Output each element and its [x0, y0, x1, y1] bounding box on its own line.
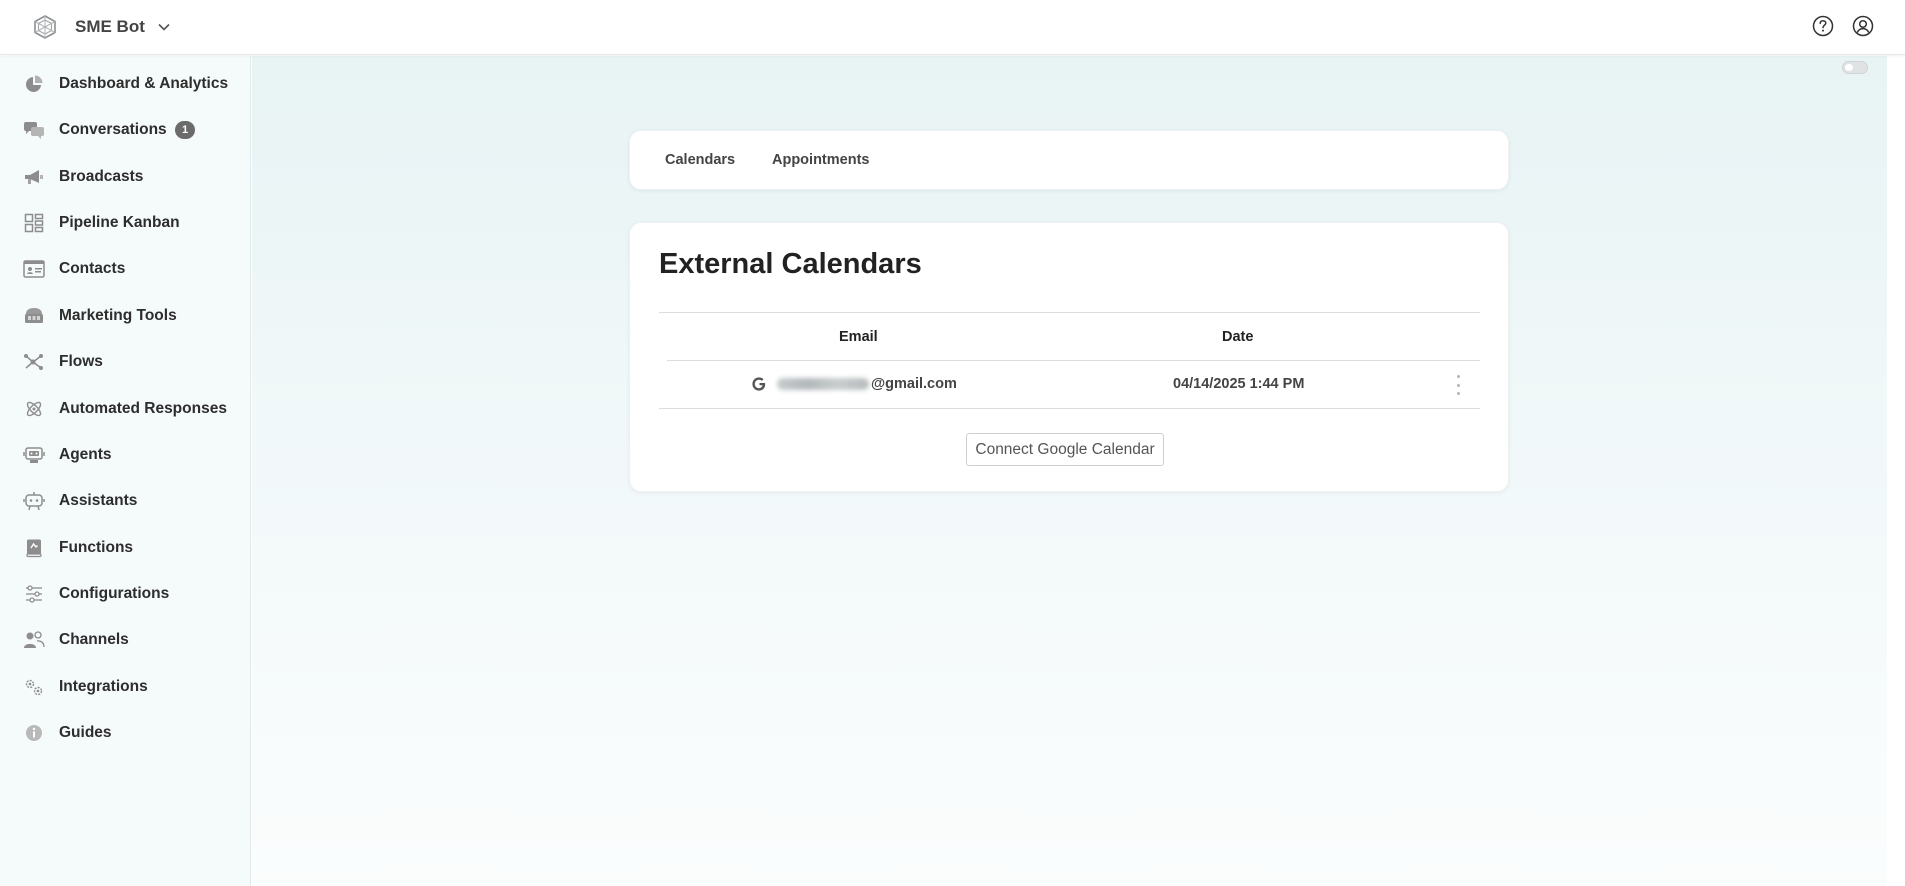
header-divider — [667, 360, 1480, 361]
sidebar-item-integrations[interactable]: Integrations — [0, 667, 250, 707]
sliders-icon — [23, 583, 45, 605]
google-icon — [751, 375, 767, 393]
robot-icon — [23, 490, 45, 512]
chat-bubbles-icon — [23, 119, 45, 141]
sidebar-item-automated-responses[interactable]: Automated Responses — [0, 389, 250, 429]
sidebar-item-label: Guides — [59, 724, 112, 741]
sidebar-item-label: Broadcasts — [59, 168, 144, 185]
workspace-name: SME Bot — [75, 17, 145, 36]
sidebar-item-label: Conversations — [59, 121, 167, 138]
sidebar-item-label: Assistants — [59, 492, 138, 509]
megaphone-icon — [23, 166, 45, 188]
sidebar-item-label: Pipeline Kanban — [59, 214, 180, 231]
sidebar-item-guides[interactable]: Guides — [0, 713, 250, 753]
gears-icon — [23, 676, 45, 698]
row-more-options-icon[interactable] — [1453, 375, 1463, 395]
sidebar-item-flows[interactable]: Flows — [0, 342, 250, 382]
calendar-connected-date: 04/14/2025 1:44 PM — [1173, 376, 1305, 392]
sidebar-item-label: Channels — [59, 631, 129, 648]
workspace-switcher[interactable]: SME Bot — [32, 14, 171, 40]
sidebar-item-channels[interactable]: Channels — [0, 620, 250, 660]
sidebar-item-label: Agents — [59, 446, 112, 463]
tabs-card: Calendars Appointments — [629, 130, 1509, 190]
pie-chart-icon — [23, 73, 45, 95]
toggle-knob — [1845, 64, 1853, 71]
sidebar-item-label: Flows — [59, 353, 103, 370]
sidebar: Dashboard & Analytics Conversations 1 Br… — [0, 56, 251, 886]
function-book-icon — [23, 537, 45, 559]
sidebar-item-label: Marketing Tools — [59, 307, 177, 324]
sidebar-item-assistants[interactable]: Assistants — [0, 481, 250, 521]
users-icon — [23, 629, 45, 651]
column-header-date: Date — [1222, 329, 1254, 345]
sidebar-item-marketing-tools[interactable]: Marketing Tools — [0, 296, 250, 336]
scrollbar[interactable] — [1887, 56, 1905, 886]
brand-logo-icon — [32, 14, 58, 40]
toolbox-icon — [23, 305, 45, 327]
info-icon — [23, 722, 45, 744]
sidebar-item-label: Integrations — [59, 678, 148, 695]
sidebar-item-functions[interactable]: Functions — [0, 528, 250, 568]
sidebar-item-pipeline-kanban[interactable]: Pipeline Kanban — [0, 203, 250, 243]
sidebar-item-broadcasts[interactable]: Broadcasts — [0, 157, 250, 197]
table-top-divider — [659, 312, 1480, 313]
sidebar-item-contacts[interactable]: Contacts — [0, 249, 250, 289]
external-calendars-card: External Calendars Email Date @gmail.com… — [629, 222, 1509, 492]
chevron-down-icon — [157, 20, 171, 34]
connect-google-calendar-button[interactable]: Connect Google Calendar — [966, 433, 1164, 466]
sidebar-item-dashboard-analytics[interactable]: Dashboard & Analytics — [0, 64, 250, 104]
sidebar-item-label: Configurations — [59, 585, 170, 602]
redacted-email-user — [777, 378, 869, 391]
email-domain: @gmail.com — [871, 376, 957, 392]
flow-icon — [23, 351, 45, 373]
theme-toggle[interactable] — [1842, 61, 1868, 74]
tab-appointments[interactable]: Appointments — [772, 152, 869, 168]
sidebar-item-label: Dashboard & Analytics — [59, 75, 229, 92]
calendar-email: @gmail.com — [777, 376, 957, 392]
sidebar-item-label: Automated Responses — [59, 400, 227, 417]
sidebar-item-agents[interactable]: Agents — [0, 435, 250, 475]
user-account-icon[interactable] — [1851, 14, 1875, 38]
unread-count-badge: 1 — [175, 121, 195, 139]
contact-card-icon — [23, 258, 45, 280]
column-header-email: Email — [839, 329, 878, 345]
tab-calendars[interactable]: Calendars — [665, 152, 735, 168]
agent-icon — [23, 444, 45, 466]
sidebar-item-label: Functions — [59, 539, 134, 556]
top-bar: SME Bot — [0, 0, 1905, 55]
page-title: External Calendars — [659, 248, 922, 280]
help-icon[interactable] — [1811, 14, 1835, 38]
table-bottom-divider — [659, 408, 1480, 409]
sidebar-item-conversations[interactable]: Conversations 1 — [0, 110, 250, 150]
sidebar-item-label: Contacts — [59, 260, 126, 277]
atom-icon — [23, 398, 45, 420]
kanban-icon — [23, 212, 45, 234]
sidebar-item-configurations[interactable]: Configurations — [0, 574, 250, 614]
